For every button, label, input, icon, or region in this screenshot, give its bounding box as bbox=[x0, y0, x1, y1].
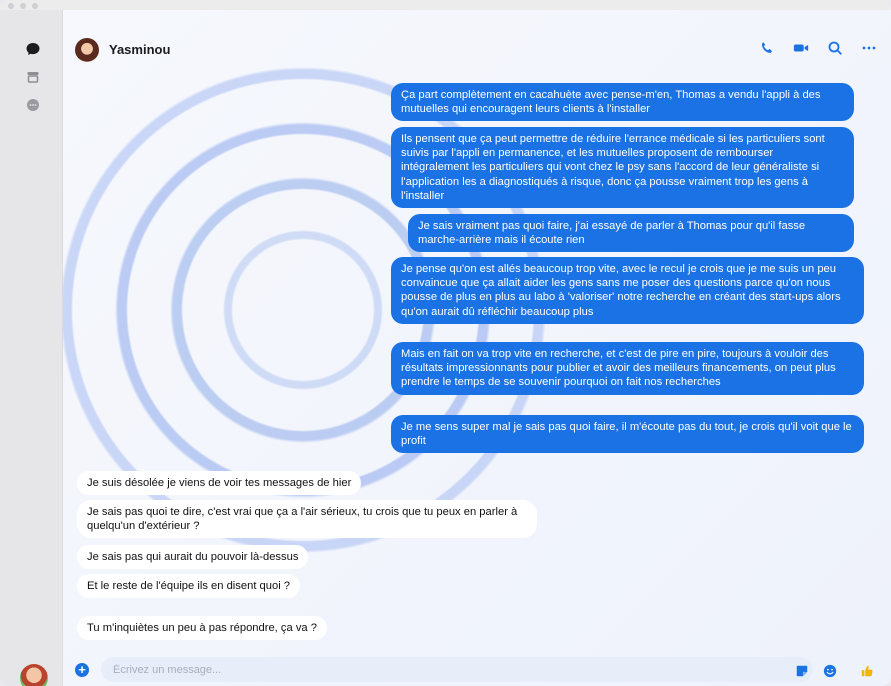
minimize-window-button[interactable] bbox=[20, 3, 26, 9]
incoming-message[interactable]: Tu m'inquiètes un peu à pas répondre, ça… bbox=[77, 616, 327, 641]
sticker-icon[interactable] bbox=[795, 664, 809, 678]
emoji-icon[interactable] bbox=[823, 664, 837, 678]
conversation-pane: Yasminou Ça part complètement en cacahuè… bbox=[63, 10, 891, 686]
user-avatar[interactable] bbox=[20, 664, 48, 686]
zoom-window-button[interactable] bbox=[32, 3, 38, 9]
incoming-message[interactable]: Je sais pas quoi te dire, c'est vrai que… bbox=[77, 500, 537, 539]
outgoing-message[interactable]: Je sais vraiment pas quoi faire, j'ai es… bbox=[408, 214, 854, 253]
sidebar bbox=[0, 10, 63, 686]
composer-bar: + bbox=[63, 653, 891, 686]
message-input[interactable] bbox=[101, 657, 813, 682]
incoming-message[interactable]: Je sais pas qui aurait du pouvoir là-des… bbox=[77, 545, 309, 570]
chat-icon[interactable] bbox=[24, 40, 42, 58]
message-list: Ça part complètement en cacahuète avec p… bbox=[63, 10, 891, 686]
thumbs-up-icon[interactable] bbox=[860, 664, 874, 678]
outgoing-message[interactable]: Mais en fait on va trop vite en recherch… bbox=[391, 342, 864, 395]
store-icon[interactable] bbox=[24, 68, 42, 86]
bubble-icon[interactable] bbox=[24, 96, 42, 114]
plus-icon[interactable]: + bbox=[75, 663, 89, 677]
close-window-button[interactable] bbox=[8, 3, 14, 9]
incoming-message[interactable]: Et le reste de l'équipe ils en disent qu… bbox=[77, 574, 301, 599]
messenger-window: Yasminou Ça part complètement en cacahuè… bbox=[0, 0, 891, 686]
title-bar bbox=[0, 0, 891, 10]
outgoing-message[interactable]: Ça part complètement en cacahuète avec p… bbox=[391, 83, 854, 122]
outgoing-message[interactable]: Je pense qu'on est allés beaucoup trop v… bbox=[391, 257, 864, 324]
window-controls bbox=[8, 3, 38, 9]
outgoing-message[interactable]: Je me sens super mal je sais pas quoi fa… bbox=[391, 415, 864, 454]
incoming-message[interactable]: Je suis désolée je viens de voir tes mes… bbox=[77, 471, 362, 496]
outgoing-message[interactable]: Ils pensent que ça peut permettre de réd… bbox=[391, 127, 854, 209]
